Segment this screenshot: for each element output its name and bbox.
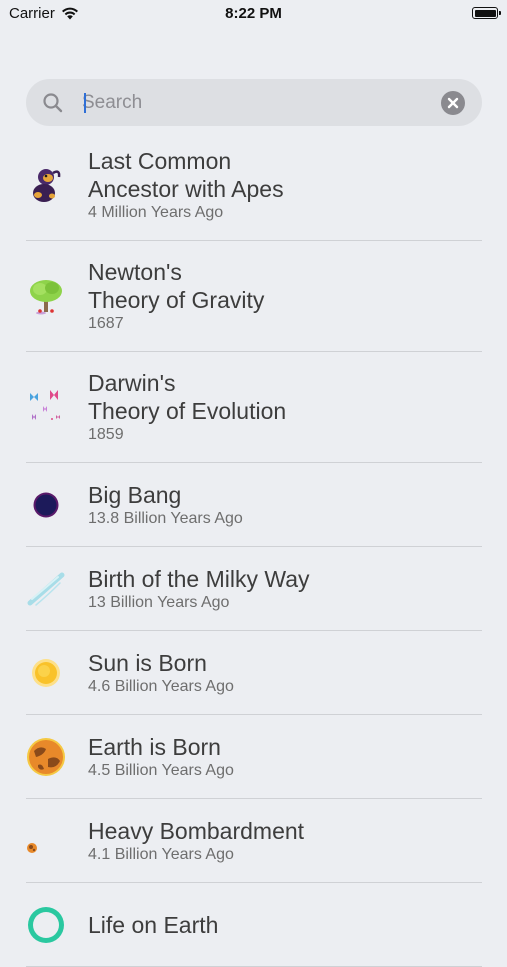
event-date: 13.8 Billion Years Ago xyxy=(88,509,243,527)
list-item[interactable]: Big Bang 13.8 Billion Years Ago xyxy=(26,463,482,547)
list-item[interactable]: Darwin's Theory of Evolution 1859 xyxy=(26,352,482,463)
event-title-line: Newton's xyxy=(88,259,182,285)
search-input[interactable] xyxy=(82,79,422,126)
event-date: 4.6 Billion Years Ago xyxy=(88,677,234,695)
event-date: 1687 xyxy=(88,315,124,332)
event-title: Birth of the Milky Way xyxy=(88,565,310,592)
battery-icon xyxy=(472,7,501,19)
battery-fill xyxy=(474,9,496,17)
event-date: 4 Million Years Ago xyxy=(88,204,224,221)
clear-search-button[interactable] xyxy=(441,91,465,115)
event-title-line: Theory of Gravity xyxy=(88,287,265,313)
big-bang-icon xyxy=(33,492,59,517)
event-title-line: Darwin's xyxy=(88,370,176,396)
butterflies-icon xyxy=(30,390,60,420)
apple-tree-icon xyxy=(30,280,62,315)
event-date: 4.1 Billion Years Ago xyxy=(88,845,234,863)
earth-icon xyxy=(27,737,65,776)
event-title: Sun is Born xyxy=(88,649,207,676)
event-title-line: Last Common xyxy=(88,148,232,174)
events-list: Last Common Ancestor with Apes 4 Million… xyxy=(0,130,507,967)
event-date: 1859 xyxy=(88,426,124,443)
list-item[interactable]: Birth of the Milky Way 13 Billion Years … xyxy=(26,547,482,631)
event-date: 13 Billion Years Ago xyxy=(88,593,230,611)
clear-icon xyxy=(447,97,459,109)
asteroid-icon xyxy=(27,842,37,853)
list-item[interactable]: Last Common Ancestor with Apes 4 Million… xyxy=(26,130,482,241)
event-date: 4.5 Billion Years Ago xyxy=(88,761,234,779)
list-item[interactable]: Life on Earth xyxy=(26,883,482,967)
event-title-line: Ancestor with Apes xyxy=(88,176,284,202)
event-title: Big Bang xyxy=(88,481,182,508)
status-bar: Carrier 8:22 PM xyxy=(0,0,507,28)
life-icon xyxy=(28,906,64,943)
event-title: Life on Earth xyxy=(88,911,219,938)
ape-icon xyxy=(33,169,61,202)
event-title: Earth is Born xyxy=(88,733,221,760)
list-item[interactable]: Newton's Theory of Gravity 1687 xyxy=(26,241,482,352)
list-item[interactable]: Heavy Bombardment 4.1 Billion Years Ago xyxy=(26,799,482,883)
sun-icon xyxy=(32,658,60,687)
event-title-line: Theory of Evolution xyxy=(88,398,287,424)
milky-way-icon xyxy=(27,572,65,606)
text-caret xyxy=(84,93,86,113)
event-title: Heavy Bombardment xyxy=(88,817,305,844)
list-item[interactable]: Earth is Born 4.5 Billion Years Ago xyxy=(26,715,482,799)
status-time: 8:22 PM xyxy=(225,5,282,22)
search-bar[interactable] xyxy=(26,79,482,126)
list-item[interactable]: Sun is Born 4.6 Billion Years Ago xyxy=(26,631,482,715)
search-icon xyxy=(43,93,63,113)
